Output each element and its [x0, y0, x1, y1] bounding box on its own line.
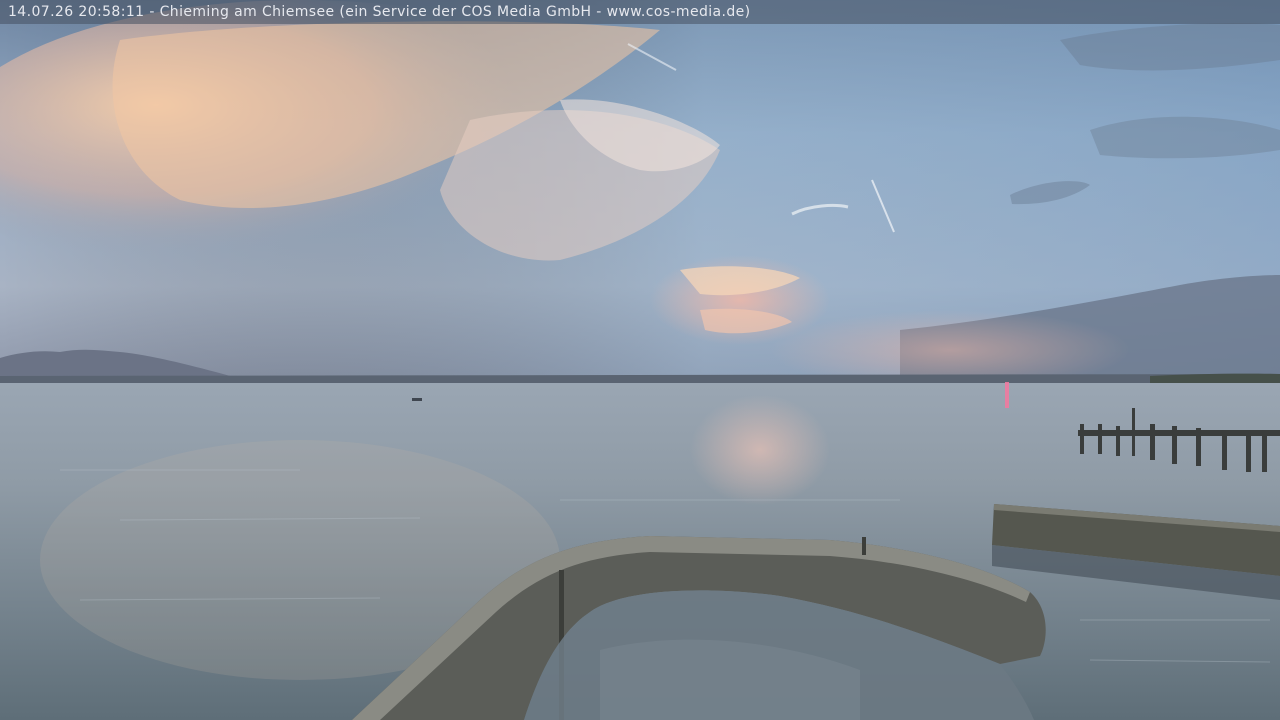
timestamp-caption: 14.07.26 20:58:11 - Chieming am Chiemsee… [8, 4, 751, 20]
webcam-frame: 14.07.26 20:58:11 - Chieming am Chiemsee… [0, 0, 1280, 720]
timestamp-overlay: 14.07.26 20:58:11 - Chieming am Chiemsee… [0, 0, 1280, 24]
sun-reflection [1005, 382, 1009, 408]
lake-scene [0, 0, 1280, 720]
